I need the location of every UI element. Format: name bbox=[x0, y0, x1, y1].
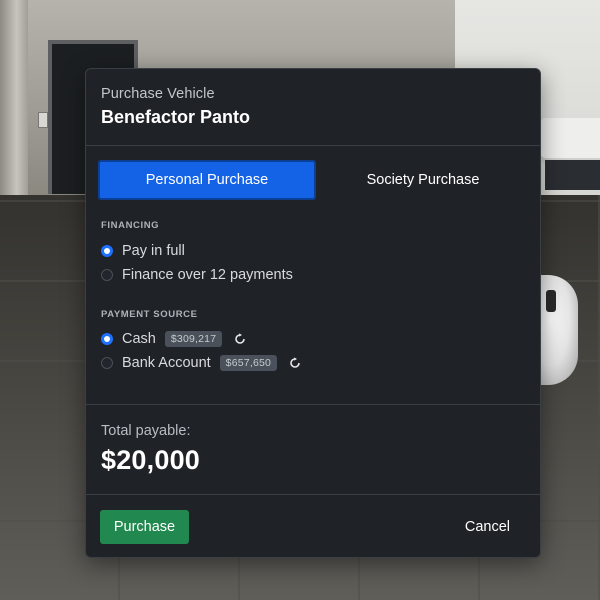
payment-option-cash[interactable]: Cash $309,217 bbox=[101, 329, 248, 349]
sofa bbox=[540, 118, 600, 158]
sofa-base bbox=[545, 160, 600, 190]
radio-checked-icon[interactable] bbox=[101, 245, 113, 257]
tab-society-purchase[interactable]: Society Purchase bbox=[316, 160, 530, 200]
dialog-subtitle: Purchase Vehicle bbox=[101, 86, 215, 102]
financing-label: FINANCING bbox=[101, 220, 160, 231]
radio-unchecked-icon[interactable] bbox=[101, 357, 113, 369]
financing-option-pay-in-full[interactable]: Pay in full bbox=[101, 241, 185, 261]
wall-outlet bbox=[38, 112, 48, 128]
purchase-vehicle-dialog: Purchase Vehicle Benefactor Panto Person… bbox=[85, 68, 541, 558]
refresh-icon[interactable] bbox=[287, 355, 303, 371]
payment-option-label: Cash bbox=[122, 331, 156, 347]
vehicle-headlight bbox=[546, 290, 556, 312]
pillar bbox=[0, 0, 28, 205]
radio-checked-icon[interactable] bbox=[101, 333, 113, 345]
balance-badge: $657,650 bbox=[219, 355, 278, 371]
purchase-button[interactable]: Purchase bbox=[100, 510, 189, 544]
financing-option-finance-12[interactable]: Finance over 12 payments bbox=[101, 265, 293, 285]
balance-badge: $309,217 bbox=[164, 331, 223, 347]
total-payable-label: Total payable: bbox=[101, 423, 191, 439]
financing-option-label: Pay in full bbox=[122, 243, 185, 259]
cancel-button[interactable]: Cancel bbox=[459, 510, 516, 544]
refresh-icon[interactable] bbox=[232, 331, 248, 347]
financing-option-label: Finance over 12 payments bbox=[122, 267, 293, 283]
payment-option-label: Bank Account bbox=[122, 355, 211, 371]
payment-source-label: PAYMENT SOURCE bbox=[101, 309, 198, 320]
vehicle-name: Benefactor Panto bbox=[101, 107, 251, 127]
total-payable-amount: $20,000 bbox=[101, 445, 200, 475]
divider bbox=[86, 404, 540, 405]
tab-personal-purchase[interactable]: Personal Purchase bbox=[98, 160, 316, 200]
purchase-type-tabs: Personal Purchase Society Purchase bbox=[98, 160, 530, 200]
radio-unchecked-icon[interactable] bbox=[101, 269, 113, 281]
payment-option-bank-account[interactable]: Bank Account $657,650 bbox=[101, 353, 303, 373]
divider bbox=[86, 494, 540, 495]
vehicle-model bbox=[538, 275, 578, 385]
dialog-header: Purchase Vehicle Benefactor Panto bbox=[86, 69, 540, 146]
